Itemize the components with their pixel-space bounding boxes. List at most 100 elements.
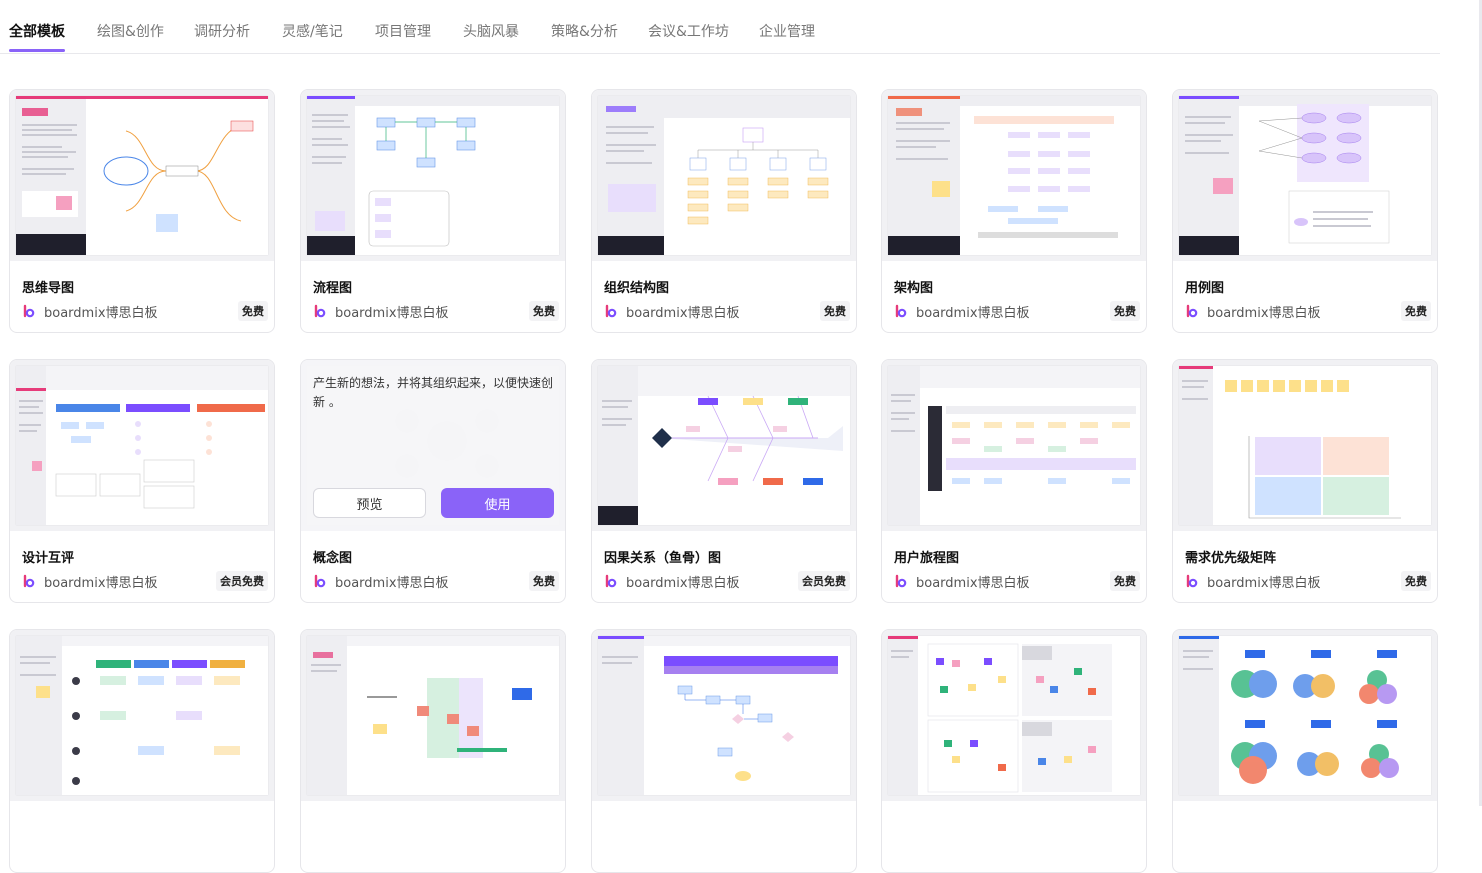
template-card-persona-table[interactable] <box>9 629 275 873</box>
template-author: boardmix博思白板 <box>604 302 740 321</box>
template-card-process-flow[interactable] <box>591 629 857 873</box>
persona-table-thumbnail-art <box>16 636 268 795</box>
boardmix-logo-icon <box>605 574 617 588</box>
template-author: boardmix博思白板 <box>1185 572 1321 591</box>
template-title: 概念图 <box>313 551 353 566</box>
author-name: boardmix博思白板 <box>1207 575 1321 591</box>
template-author: boardmix博思白板 <box>22 572 158 591</box>
template-title: 设计互评 <box>22 551 75 566</box>
template-title: 需求优先级矩阵 <box>1185 551 1277 566</box>
venn-thumbnail-art <box>1179 636 1399 795</box>
template-card-design-review[interactable]: 设计互评 boardmix博思白板 会员免费 <box>9 359 275 603</box>
template-description: 产生新的想法，并将其组织起来，以便快速创新 。 <box>313 376 554 409</box>
template-card-flowchart[interactable]: 流程图 boardmix博思白板 免费 <box>300 89 566 333</box>
template-thumbnail <box>1173 630 1437 801</box>
tab-drawing[interactable]: 绘图&创作 <box>97 21 164 41</box>
template-card-mindmap[interactable]: 思维导图 boardmix博思白板 免费 <box>9 89 275 333</box>
tab-meeting[interactable]: 会议&工作坊 <box>648 21 729 41</box>
template-author: boardmix博思白板 <box>604 572 740 591</box>
price-badge: 免费 <box>1401 301 1431 321</box>
template-card-user-journey[interactable]: 用户旅程图 boardmix博思白板 免费 <box>881 359 1147 603</box>
architecture-thumbnail-art <box>888 96 1140 255</box>
template-author: boardmix博思白板 <box>313 302 449 321</box>
author-name: boardmix博思白板 <box>335 305 449 321</box>
template-title: 架构图 <box>894 281 934 296</box>
priority-matrix-thumbnail-art <box>1179 366 1431 525</box>
gantt-thumbnail-art <box>307 636 559 795</box>
preview-button[interactable]: 预览 <box>313 488 426 518</box>
tab-project[interactable]: 项目管理 <box>375 21 431 41</box>
template-card-org-chart[interactable]: 组织结构图 boardmix博思白板 免费 <box>591 89 857 333</box>
boardmix-logo-icon <box>23 304 35 318</box>
template-thumbnail <box>592 360 856 531</box>
price-badge: 免费 <box>1401 571 1431 591</box>
template-author: boardmix博思白板 <box>894 302 1030 321</box>
template-thumbnail <box>301 90 565 261</box>
boardmix-logo-icon <box>895 304 907 318</box>
template-card-priority-matrix[interactable]: 需求优先级矩阵 boardmix博思白板 免费 <box>1172 359 1438 603</box>
price-badge: 免费 <box>1110 571 1140 591</box>
template-card-gantt[interactable] <box>300 629 566 873</box>
template-title: 因果关系（鱼骨）图 <box>604 551 722 566</box>
author-name: boardmix博思白板 <box>1207 305 1321 321</box>
template-card-architecture[interactable]: 架构图 boardmix博思白板 免费 <box>881 89 1147 333</box>
author-name: boardmix博思白板 <box>916 305 1030 321</box>
template-card-fishbone[interactable]: 因果关系（鱼骨）图 boardmix博思白板 会员免费 <box>591 359 857 603</box>
template-thumbnail <box>10 360 274 531</box>
price-badge: 会员免费 <box>216 571 268 591</box>
template-thumbnail <box>592 90 856 261</box>
design-review-thumbnail-art <box>16 366 268 525</box>
price-badge: 免费 <box>529 301 559 321</box>
boardmix-logo-icon <box>1186 304 1198 318</box>
boardmix-logo-icon <box>605 304 617 318</box>
template-author: boardmix博思白板 <box>313 572 449 591</box>
mindmap-thumbnail-art <box>16 96 268 255</box>
template-thumbnail <box>882 630 1146 801</box>
template-card-venn[interactable] <box>1172 629 1438 873</box>
user-journey-thumbnail-art <box>888 366 1140 525</box>
flowchart-thumbnail-art <box>307 96 559 255</box>
template-author: boardmix博思白板 <box>894 572 1030 591</box>
template-title: 组织结构图 <box>604 281 670 296</box>
tab-notes[interactable]: 灵感/笔记 <box>282 21 343 41</box>
author-name: boardmix博思白板 <box>335 575 449 591</box>
template-card-sticky-board[interactable] <box>881 629 1147 873</box>
tab-brainstorm[interactable]: 头脑风暴 <box>463 21 519 41</box>
category-tabs: 全部模板 绘图&创作 调研分析 灵感/笔记 项目管理 头脑风暴 策略&分析 会议… <box>0 0 1440 54</box>
tab-enterprise[interactable]: 企业管理 <box>759 21 815 41</box>
price-badge: 会员免费 <box>798 571 850 591</box>
boardmix-logo-icon <box>23 574 35 588</box>
template-card-use-case[interactable]: 用例图 boardmix博思白板 免费 <box>1172 89 1438 333</box>
tab-research[interactable]: 调研分析 <box>194 21 250 41</box>
template-thumbnail <box>882 90 1146 261</box>
org-chart-thumbnail-art <box>598 96 850 255</box>
price-badge: 免费 <box>238 301 268 321</box>
active-tab-indicator <box>9 49 65 52</box>
boardmix-logo-icon <box>314 304 326 318</box>
template-thumbnail <box>882 360 1146 531</box>
tab-all-templates[interactable]: 全部模板 <box>9 21 65 41</box>
price-badge: 免费 <box>529 571 559 591</box>
boardmix-logo-icon <box>1186 574 1198 588</box>
template-title: 流程图 <box>313 281 353 296</box>
use-template-button[interactable]: 使用 <box>441 488 554 518</box>
template-title: 用户旅程图 <box>894 551 960 566</box>
template-thumbnail <box>10 90 274 261</box>
fishbone-thumbnail-art <box>598 366 850 525</box>
template-thumbnail <box>10 630 274 801</box>
boardmix-logo-icon <box>314 574 326 588</box>
author-name: boardmix博思白板 <box>916 575 1030 591</box>
template-thumbnail <box>301 630 565 801</box>
hover-overlay: 产生新的想法，并将其组织起来，以便快速创新 。 预览 使用 <box>301 360 565 531</box>
template-card-concept-map[interactable]: 产生新的想法，并将其组织起来，以便快速创新 。 预览 使用 概念图 boardm… <box>300 359 566 603</box>
sticky-board-thumbnail-art <box>888 636 1112 795</box>
process-flow-thumbnail-art <box>598 636 850 795</box>
price-badge: 免费 <box>820 301 850 321</box>
price-badge: 免费 <box>1110 301 1140 321</box>
template-author: boardmix博思白板 <box>1185 302 1321 321</box>
template-thumbnail <box>1173 360 1437 531</box>
template-author: boardmix博思白板 <box>22 302 158 321</box>
author-name: boardmix博思白板 <box>626 305 740 321</box>
template-title: 用例图 <box>1185 281 1225 296</box>
tab-strategy[interactable]: 策略&分析 <box>551 21 618 41</box>
